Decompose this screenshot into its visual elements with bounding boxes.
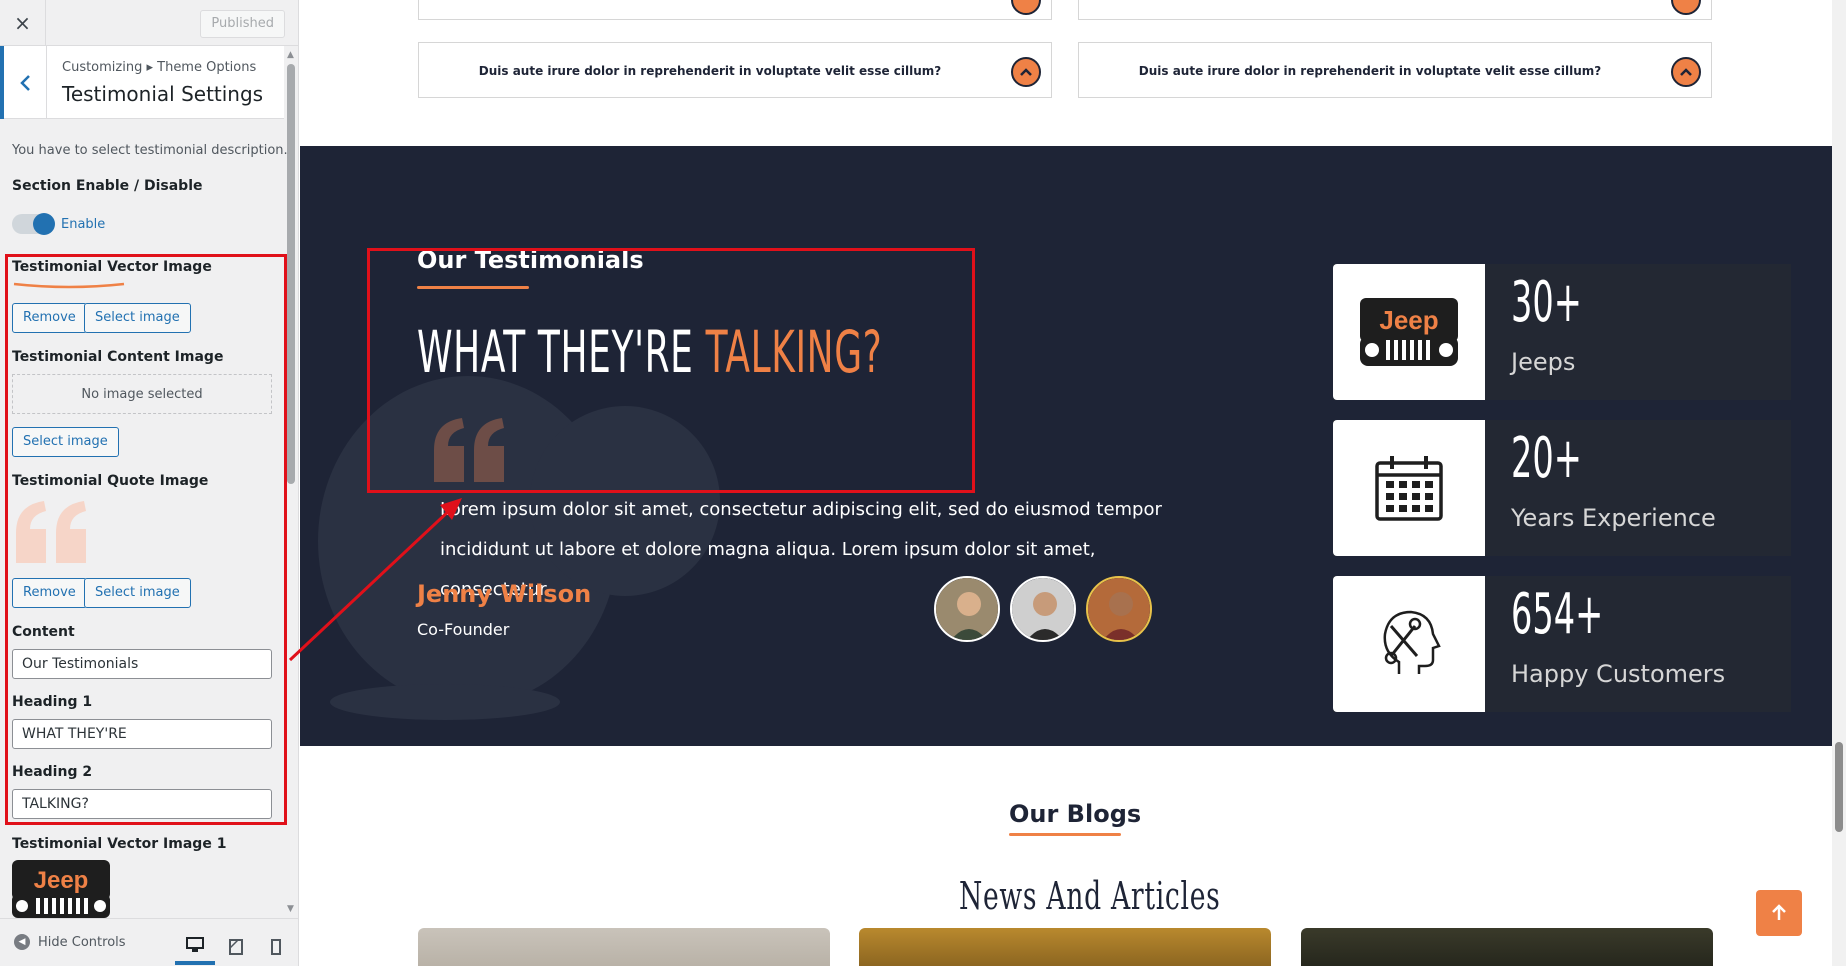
avatar[interactable]	[1086, 576, 1152, 642]
sidebar-scroll-thumb[interactable]	[287, 64, 295, 484]
stat-card: 654+ Happy Customers	[1333, 576, 1791, 712]
preview-scroll-thumb[interactable]	[1835, 742, 1843, 832]
section-toggle-label: Section Enable / Disable	[12, 178, 203, 194]
arrow-up-icon	[1772, 904, 1786, 920]
desktop-icon	[186, 937, 204, 952]
device-tablet-button[interactable]	[216, 929, 256, 965]
faq-item[interactable]: Duis aute irure dolor in reprehenderit i…	[1078, 42, 1712, 98]
stat-icon-box	[1333, 576, 1485, 712]
testimonials-section: Our Testimonials WHAT THEY'RE TALKING? L…	[300, 146, 1832, 746]
avatar[interactable]	[1010, 576, 1076, 642]
avatar[interactable]	[934, 576, 1000, 642]
calendar-icon	[1375, 456, 1443, 521]
stat-label: Years Experience	[1511, 504, 1716, 532]
customizer-footer: ◀ Hide Controls	[0, 918, 298, 966]
section-header: Customizing ▸ Theme Options Testimonial …	[0, 46, 285, 119]
toggle-knob	[33, 213, 55, 235]
stat-icon-box: Jeep	[1333, 264, 1485, 400]
section-enable-toggle[interactable]	[12, 213, 55, 235]
highlight-box-right	[367, 248, 975, 493]
faq-item[interactable]: Duis aute irure dolor in reprehenderit i…	[418, 42, 1052, 98]
section-description: You have to select testimonial descripti…	[12, 143, 288, 158]
hide-controls-button[interactable]: ◀ Hide Controls	[14, 934, 126, 950]
blog-card-image[interactable]	[1301, 928, 1713, 966]
section-title: Testimonial Settings	[62, 82, 264, 106]
scroll-up-icon[interactable]: ▲	[287, 50, 294, 60]
toggle-state-label: Enable	[61, 217, 106, 232]
collapse-icon: ◀	[14, 934, 30, 950]
chevron-up-icon[interactable]	[1011, 57, 1041, 87]
preview-scrollbar[interactable]	[1832, 0, 1846, 966]
mechanic-head-icon	[1383, 610, 1441, 674]
chevron-up-icon[interactable]	[1671, 57, 1701, 87]
chevron-up-icon[interactable]: ^	[1011, 0, 1041, 15]
stat-number: 654+	[1511, 582, 1604, 647]
chevron-left-icon	[20, 74, 30, 91]
stat-card: 20+ Years Experience	[1333, 420, 1791, 556]
jeep-logo-text: Jeep	[34, 867, 89, 894]
stat-icon-box	[1333, 420, 1485, 556]
faq-item[interactable]: ^	[1078, 0, 1712, 20]
blog-card-image[interactable]	[859, 928, 1271, 966]
blogs-subtitle: Our Blogs	[1009, 800, 1142, 828]
hide-controls-label: Hide Controls	[38, 934, 126, 950]
testimonial-author-role: Co-Founder	[417, 620, 510, 639]
stat-card: Jeep 30+ Jeeps	[1333, 264, 1791, 400]
back-button[interactable]	[0, 46, 47, 119]
jeep-logo-icon: Jeep	[1360, 298, 1458, 366]
stat-number: 20+	[1511, 426, 1582, 491]
faq-item[interactable]: ^	[418, 0, 1052, 20]
back-to-top-button[interactable]	[1756, 890, 1802, 936]
device-mobile-button[interactable]	[256, 929, 296, 965]
faq-question: Duis aute irure dolor in reprehenderit i…	[478, 64, 942, 78]
tablet-icon	[229, 939, 243, 955]
customizer-header-bar: × Published	[0, 0, 298, 46]
breadcrumb: Customizing ▸ Theme Options	[62, 60, 257, 75]
mobile-icon	[271, 939, 281, 955]
device-desktop-button[interactable]	[175, 929, 215, 965]
close-icon[interactable]: ×	[0, 0, 46, 46]
stat-label: Happy Customers	[1511, 660, 1726, 688]
blogs-heading: News And Articles	[959, 874, 1221, 918]
jeep-logo-preview: Jeep	[12, 860, 110, 918]
customizer-sidebar: × Published Customizing ▸ Theme Options …	[0, 0, 299, 966]
faq-question: Duis aute irure dolor in reprehenderit i…	[1138, 64, 1602, 78]
stat-number: 30+	[1511, 270, 1582, 335]
highlight-box-left	[5, 254, 287, 825]
background-decoration	[330, 684, 560, 720]
stat-label: Jeeps	[1511, 348, 1576, 376]
chevron-up-icon[interactable]: ^	[1671, 0, 1701, 15]
blog-card-image[interactable]	[418, 928, 830, 966]
testimonial-author-name: Jenny Wilson	[417, 580, 592, 608]
site-preview: ^ ^ Duis aute irure dolor in reprehender…	[300, 0, 1846, 966]
vector-image1-label: Testimonial Vector Image 1	[12, 836, 227, 852]
published-button[interactable]: Published	[200, 10, 285, 38]
scroll-down-icon[interactable]: ▼	[287, 904, 294, 914]
jeep-logo-text: Jeep	[1379, 305, 1438, 335]
blogs-underline	[1009, 833, 1121, 836]
jeep-logo-icon: Jeep	[12, 860, 110, 918]
